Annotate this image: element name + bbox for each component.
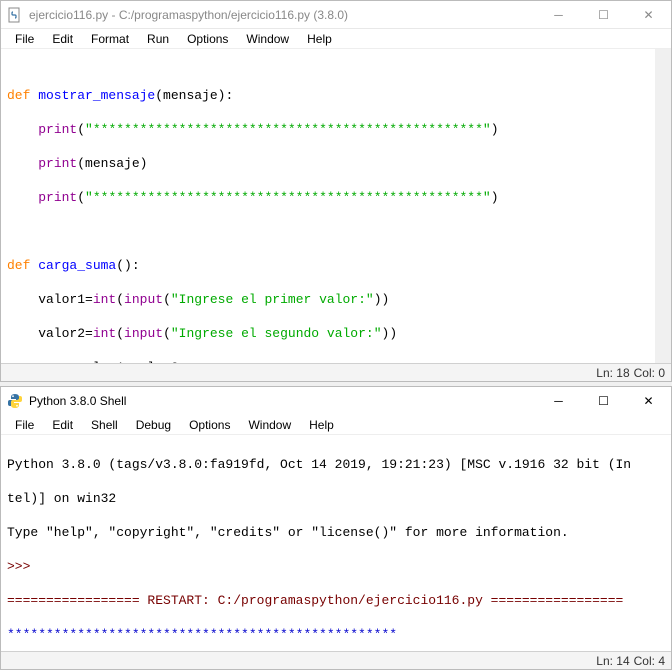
status-line: Ln: 14 [596,654,629,668]
close-button[interactable]: ✕ [626,1,671,28]
menu-options[interactable]: Options [181,417,238,433]
shell-output[interactable]: Python 3.8.0 (tags/v3.8.0:fa919fd, Oct 1… [1,435,671,651]
status-col: Col: 4 [634,654,665,668]
shell-statusbar: Ln: 14 Col: 4 [1,651,671,669]
python-file-icon [7,7,23,23]
maximize-button[interactable]: ☐ [581,387,626,415]
menu-format[interactable]: Format [83,31,137,47]
code-editor[interactable]: def mostrar_mensaje(mensaje): print("***… [1,49,671,363]
menu-file[interactable]: File [7,417,42,433]
menu-file[interactable]: File [7,31,42,47]
minimize-button[interactable]: ─ [536,1,581,28]
close-button[interactable]: ✕ [626,387,671,415]
window-controls: ─ ☐ ✕ [536,1,671,28]
menu-edit[interactable]: Edit [44,417,81,433]
window-controls: ─ ☐ ✕ [536,387,671,415]
shell-menubar: File Edit Shell Debug Options Window Hel… [1,415,671,435]
editor-title: ejercicio116.py - C:/programaspython/eje… [29,8,536,22]
menu-help[interactable]: Help [301,417,342,433]
scrollbar[interactable] [655,49,671,363]
menu-options[interactable]: Options [179,31,236,47]
status-line: Ln: 18 [596,366,629,380]
menu-edit[interactable]: Edit [44,31,81,47]
menu-window[interactable]: Window [238,31,297,47]
menu-shell[interactable]: Shell [83,417,126,433]
python-shell-icon [7,393,23,409]
maximize-button[interactable]: ☐ [581,1,626,28]
editor-window: ejercicio116.py - C:/programaspython/eje… [0,0,672,382]
menu-debug[interactable]: Debug [128,417,179,433]
status-col: Col: 0 [634,366,665,380]
menu-window[interactable]: Window [240,417,299,433]
menu-run[interactable]: Run [139,31,177,47]
editor-titlebar[interactable]: ejercicio116.py - C:/programaspython/eje… [1,1,671,29]
shell-title: Python 3.8.0 Shell [29,394,536,408]
shell-titlebar[interactable]: Python 3.8.0 Shell ─ ☐ ✕ [1,387,671,415]
shell-window: Python 3.8.0 Shell ─ ☐ ✕ File Edit Shell… [0,386,672,670]
editor-statusbar: Ln: 18 Col: 0 [1,363,671,381]
minimize-button[interactable]: ─ [536,387,581,415]
menu-help[interactable]: Help [299,31,340,47]
editor-menubar: File Edit Format Run Options Window Help [1,29,671,49]
